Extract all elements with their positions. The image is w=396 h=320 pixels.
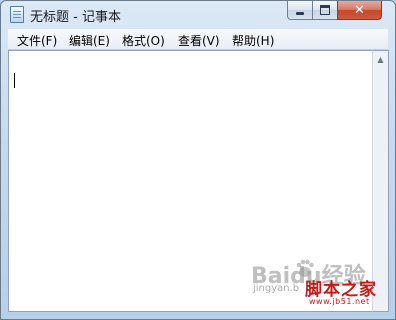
menu-file[interactable]: 文件(F) xyxy=(17,32,57,49)
minimize-button[interactable] xyxy=(287,1,313,20)
jingyan-url-watermark: jingyan.b xyxy=(253,283,300,294)
chevron-up-icon: ▲ xyxy=(377,55,384,64)
scroll-up-button[interactable]: ▲ xyxy=(373,51,388,68)
menu-help[interactable]: 帮助(H) xyxy=(232,32,274,49)
window-title: 无标题 - 记事本 xyxy=(30,10,121,25)
title-bar[interactable]: 无标题 - 记事本 ✕ xyxy=(1,1,395,29)
menu-edit[interactable]: 编辑(E) xyxy=(69,32,110,49)
maximize-icon xyxy=(320,5,330,15)
menu-bar: 文件(F) 编辑(E) 格式(O) 查看(V) 帮助(H) xyxy=(8,29,388,50)
close-icon: ✕ xyxy=(354,2,365,18)
menu-view[interactable]: 查看(V) xyxy=(178,32,220,49)
vertical-scrollbar[interactable]: ▲ xyxy=(372,50,389,312)
text-caret xyxy=(14,73,15,88)
site-url-watermark: www.jb51.net xyxy=(309,297,370,306)
minimize-icon xyxy=(296,11,304,15)
close-button[interactable]: ✕ xyxy=(337,1,382,20)
maximize-button[interactable] xyxy=(312,1,338,20)
notepad-icon[interactable] xyxy=(10,6,24,23)
menu-format[interactable]: 格式(O) xyxy=(122,32,165,49)
